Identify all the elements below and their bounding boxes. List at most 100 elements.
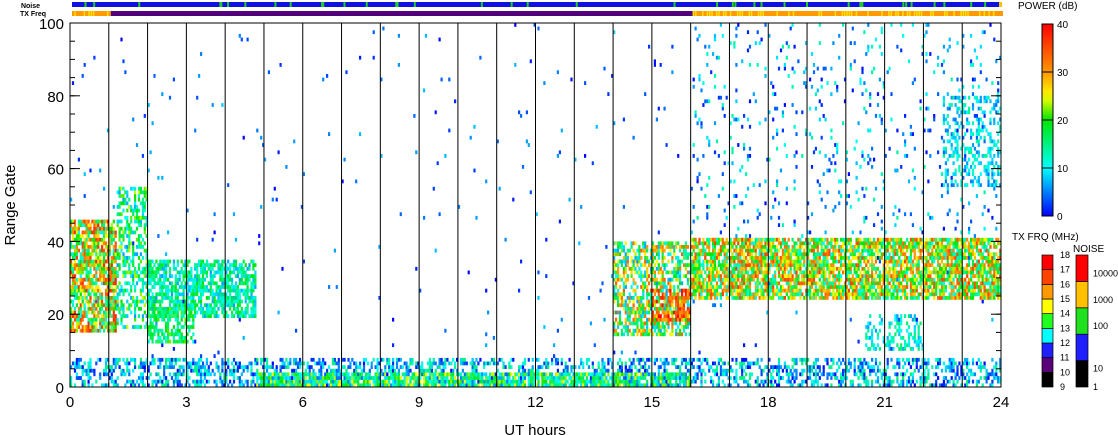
heatmap-cell xyxy=(677,241,680,246)
heatmap-cell xyxy=(675,277,678,282)
heatmap-cell xyxy=(646,368,649,373)
heatmap-cell xyxy=(124,256,127,260)
heatmap-cell xyxy=(372,55,375,60)
heatmap-cell xyxy=(137,376,141,380)
heatmap-cell xyxy=(746,248,750,253)
heatmap-cell xyxy=(139,190,142,195)
heatmap-cell xyxy=(679,372,682,377)
heatmap-cell xyxy=(95,299,98,304)
heatmap-cell xyxy=(719,23,722,27)
heatmap-cell xyxy=(731,288,734,293)
heatmap-cell xyxy=(89,256,92,260)
heatmap-cell xyxy=(648,357,651,362)
heatmap-cell xyxy=(252,266,255,271)
heatmap-cell xyxy=(254,372,257,377)
heatmap-cell xyxy=(717,376,720,380)
heatmap-cell xyxy=(748,285,752,289)
heatmap-cell xyxy=(657,306,660,311)
heatmap-cell xyxy=(745,292,748,297)
heatmap-cell xyxy=(739,281,742,286)
heatmap-cell xyxy=(198,368,201,373)
heatmap-cell xyxy=(232,368,236,373)
heatmap-cell xyxy=(694,256,697,260)
heatmap-cell xyxy=(132,252,135,257)
heatmap-cell xyxy=(124,226,127,231)
heatmap-cell xyxy=(366,379,369,384)
heatmap-cell xyxy=(167,336,170,340)
heatmap-cell xyxy=(684,256,687,260)
heatmap-cell xyxy=(258,372,261,377)
heatmap-cell xyxy=(104,303,108,308)
heatmap-cell xyxy=(242,274,245,278)
heatmap-cell xyxy=(73,296,77,300)
heatmap-cell xyxy=(628,306,631,311)
heatmap-cell xyxy=(71,252,75,257)
heatmap-cell xyxy=(743,281,746,286)
heatmap-cell xyxy=(355,179,358,184)
heatmap-cell xyxy=(603,66,606,71)
heatmap-cell xyxy=(75,325,78,329)
heatmap-cell xyxy=(141,365,144,369)
heatmap-cell xyxy=(653,270,656,275)
heatmap-cell xyxy=(244,379,247,384)
heatmap-cell xyxy=(188,270,191,275)
heatmap-cell xyxy=(407,365,410,369)
heatmap-cell xyxy=(490,357,494,362)
heatmap-cell xyxy=(118,288,121,293)
heatmap-cell xyxy=(213,212,216,217)
heatmap-cell xyxy=(93,325,96,329)
heatmap-cell xyxy=(438,357,441,362)
heatmap-cell xyxy=(560,317,563,322)
heatmap-cell xyxy=(502,376,505,380)
heatmap-cell xyxy=(659,296,662,300)
heatmap-cell xyxy=(485,361,488,366)
heatmap-cell xyxy=(745,263,748,267)
heatmap-cell xyxy=(529,372,532,377)
heatmap-cell xyxy=(723,372,726,377)
heatmap-cell xyxy=(114,328,117,333)
heatmap-cell xyxy=(149,328,152,333)
heatmap-cell xyxy=(93,237,96,242)
heatmap-cell xyxy=(686,292,689,297)
heatmap-cell xyxy=(733,44,736,49)
heatmap-cell xyxy=(770,263,773,267)
heatmap-cell xyxy=(706,281,709,286)
heatmap-cell xyxy=(103,368,106,373)
heatmap-cell xyxy=(564,372,567,377)
heatmap-cell xyxy=(704,259,707,264)
heatmap-cell xyxy=(176,288,179,293)
heatmap-cell xyxy=(122,237,125,242)
heatmap-cell xyxy=(207,310,210,315)
heatmap-cell xyxy=(112,368,115,373)
heatmap-cell xyxy=(469,379,472,384)
heatmap-cell xyxy=(104,321,108,326)
heatmap-cell xyxy=(87,317,90,322)
heatmap-cell xyxy=(684,357,687,362)
heatmap-cell xyxy=(116,292,119,297)
heatmap-cell xyxy=(605,368,608,373)
heatmap-cell xyxy=(190,266,193,271)
heatmap-cell xyxy=(176,259,179,264)
heatmap-cell xyxy=(95,226,98,231)
heatmap-cell xyxy=(246,379,249,384)
heatmap-cell xyxy=(638,376,641,380)
heatmap-cell xyxy=(122,263,125,267)
heatmap-cell xyxy=(203,288,206,293)
heatmap-cell xyxy=(134,190,137,195)
heatmap-cell xyxy=(405,379,408,384)
heatmap-cell xyxy=(165,277,168,282)
heatmap-cell xyxy=(141,256,144,260)
heatmap-cell xyxy=(97,263,100,267)
heatmap-cell xyxy=(87,361,90,366)
heatmap-cell xyxy=(549,372,552,377)
heatmap-cell xyxy=(537,379,540,384)
heatmap-cell xyxy=(743,368,746,373)
heatmap-cell xyxy=(182,325,185,329)
heatmap-cell xyxy=(669,270,672,275)
heatmap-cell xyxy=(135,226,139,231)
heatmap-cell xyxy=(296,379,300,384)
heatmap-cell xyxy=(704,194,707,198)
heatmap-cell xyxy=(601,372,604,377)
heatmap-cell xyxy=(337,379,340,384)
heatmap-cell xyxy=(630,270,633,275)
